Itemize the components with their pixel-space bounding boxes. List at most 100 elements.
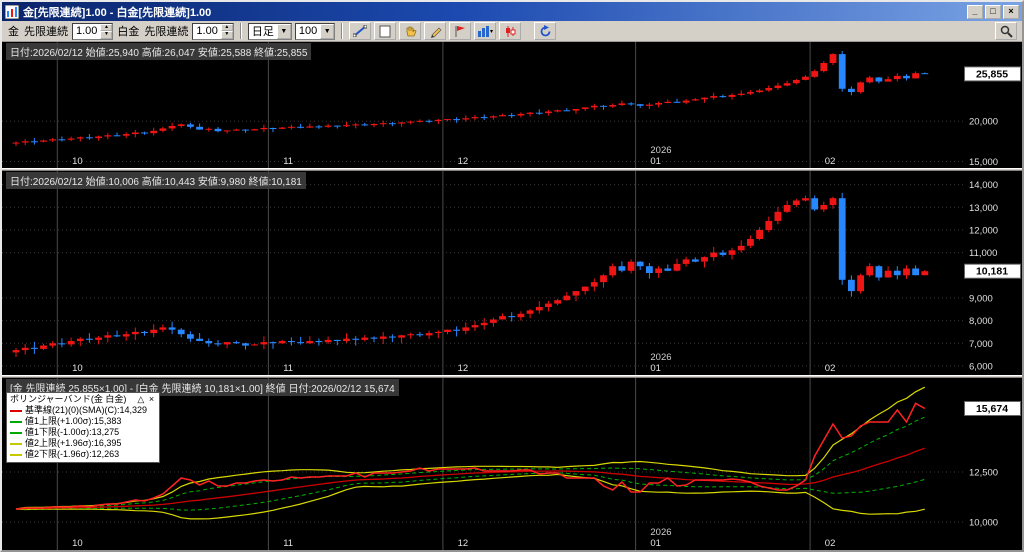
marker-flag-button[interactable] [449,22,472,40]
period-value: 日足 [251,26,274,38]
svg-text:12: 12 [458,363,469,374]
app-icon [5,4,19,19]
price-badge: 25,855 [964,66,1021,82]
svg-text:11,000: 11,000 [969,248,997,259]
toolbar: 金 先限連続 1.00 ▲ ▼ 白金 先限連続 1.00 ▲ ▼ 日足 ▼ 10… [2,21,1022,42]
spin-down-icon[interactable]: ▼ [100,31,113,39]
chevron-down-icon[interactable]: ▼ [276,23,291,39]
instrument2-contract: 先限連続 [144,26,189,38]
maximize-button[interactable]: □ [985,4,1001,19]
legend-close-button[interactable]: × [148,394,155,404]
toolbar-separator [341,23,344,39]
refresh-button[interactable] [534,22,557,40]
gold-chart-panel: 20,000 15,000 10 11 12 01 02 2026 25,855 日付:2026… [2,42,1022,168]
flag-icon [455,25,466,37]
price-badge: 15,674 [964,401,1021,416]
svg-text:10: 10 [72,538,83,549]
legend-line-swatch [10,409,22,412]
bar-count-select[interactable]: 100 ▼ [294,22,336,40]
minimize-button[interactable]: _ [967,4,983,19]
spin-up-icon[interactable]: ▲ [220,23,233,31]
instrument1-multiplier-value: 1.00 [76,25,98,37]
band2-lower-line [15,473,925,520]
spinner-arrows[interactable]: ▲ ▼ [220,23,233,39]
svg-text:12: 12 [458,538,469,549]
platinum-chart-panel: 14,000 13,000 12,000 11,000 9,000 8,000 7,000 6… [2,171,1022,375]
app-window: 金[先限連続]1.00 - 白金[先限連続]1.00 _ □ × 金 先限連続 … [0,0,1024,552]
instrument2-name: 白金 [117,26,140,38]
legend-item: 値2下限(-1.96σ):12,263 [10,449,155,460]
svg-text:11: 11 [283,538,293,549]
svg-text:10,000: 10,000 [969,518,998,529]
period-select[interactable]: 日足 ▼ [247,22,292,40]
trend-line-icon [353,25,368,37]
instrument1-multiplier-spinner[interactable]: 1.00 ▲ ▼ [72,22,114,40]
svg-text:02: 02 [825,363,836,374]
legend-line-swatch [10,420,22,423]
chart-type-button[interactable] [474,22,497,40]
svg-text:01: 01 [650,538,661,549]
svg-text:15,674: 15,674 [976,403,1008,415]
legend-line-swatch [10,431,22,434]
close-button[interactable]: × [1003,4,1019,19]
svg-text:10: 10 [72,156,83,167]
grid-layer [2,171,964,375]
gold-info-strip: 日付:2026/02/12 始値:25,940 高値:26,047 安値:25,… [6,43,312,60]
gold-chart-canvas[interactable]: 20,000 15,000 10 11 12 01 02 2026 25,855 [2,42,1022,168]
indicator-button[interactable] [499,22,522,40]
legend-item-label: 値1下限(-1.00σ):13,275 [25,427,120,437]
svg-text:01: 01 [650,156,661,167]
svg-text:14,000: 14,000 [969,180,998,191]
svg-text:02: 02 [825,156,836,167]
legend-item-label: 値2下限(-1.96σ):12,263 [25,449,120,459]
search-icon [1000,25,1013,38]
window-title: 金[先限連続]1.00 - 白金[先限連続]1.00 [23,6,212,19]
legend-item-label: 値2上限(+1.96σ):16,395 [25,438,122,448]
svg-text:2026: 2026 [650,145,671,156]
svg-text:6,000: 6,000 [969,361,993,372]
pencil-icon [430,27,442,38]
spread-chart-panel: 12,500 10,000 10 11 12 01 02 2026 15,674 [金 先限連続… [2,378,1022,550]
chevron-down-icon[interactable]: ▼ [320,23,335,39]
legend-item-label: 値1上限(+1.00σ):15,383 [25,416,122,426]
select-region-button[interactable] [374,22,397,40]
legend-item: 基準線(21)(0)(SMA)(C):14,329 [10,405,155,416]
search-zoom-button[interactable] [995,22,1017,40]
svg-text:25,855: 25,855 [976,68,1008,80]
legend-items: 基準線(21)(0)(SMA)(C):14,329 値1上限(+1.00σ):15… [10,405,155,460]
svg-text:9,000: 9,000 [969,293,993,304]
svg-text:10,181: 10,181 [976,266,1008,278]
chart-stack: 20,000 15,000 10 11 12 01 02 2026 25,855 日付:2026… [2,42,1022,550]
axis-labels: 20,000 15,000 10 11 12 01 02 2026 25,855 [72,66,1021,168]
svg-text:02: 02 [825,538,836,549]
bar-chart-icon [478,25,494,37]
svg-text:13,000: 13,000 [969,203,998,214]
legend-line-swatch [10,453,22,456]
svg-text:10: 10 [72,363,83,374]
candles-layer [12,51,929,146]
legend-item: 値1上限(+1.00σ):15,383 [10,416,155,427]
svg-text:8,000: 8,000 [969,316,993,327]
instrument2-multiplier-value: 1.00 [196,25,218,37]
legend-item: 値2上限(+1.96σ):16,395 [10,438,155,449]
pencil-tool-button[interactable] [424,22,447,40]
candle-chart-icon [505,25,516,37]
spinner-arrows[interactable]: ▲ ▼ [100,23,113,39]
instrument1-name: 金 [8,26,19,38]
spin-down-icon[interactable]: ▼ [220,31,233,39]
svg-text:12,500: 12,500 [969,468,998,479]
hand-tool-button[interactable] [399,22,422,40]
platinum-chart-canvas[interactable]: 14,000 13,000 12,000 11,000 9,000 8,000 7,000 6… [2,171,1022,375]
band1-lower-line [16,472,925,511]
spin-up-icon[interactable]: ▲ [100,23,113,31]
svg-text:11: 11 [283,363,293,374]
svg-text:15,000: 15,000 [969,157,998,168]
trend-line-button[interactable] [349,22,372,40]
svg-text:12: 12 [458,156,469,167]
legend-item-label: 基準線(21)(0)(SMA)(C):14,329 [25,405,148,415]
legend-line-swatch [10,442,22,445]
candles-layer [12,192,929,357]
legend-collapse-button[interactable]: △ [136,394,145,404]
title-bar[interactable]: 金[先限連続]1.00 - 白金[先限連続]1.00 _ □ × [2,2,1022,21]
instrument2-multiplier-spinner[interactable]: 1.00 ▲ ▼ [192,22,234,40]
